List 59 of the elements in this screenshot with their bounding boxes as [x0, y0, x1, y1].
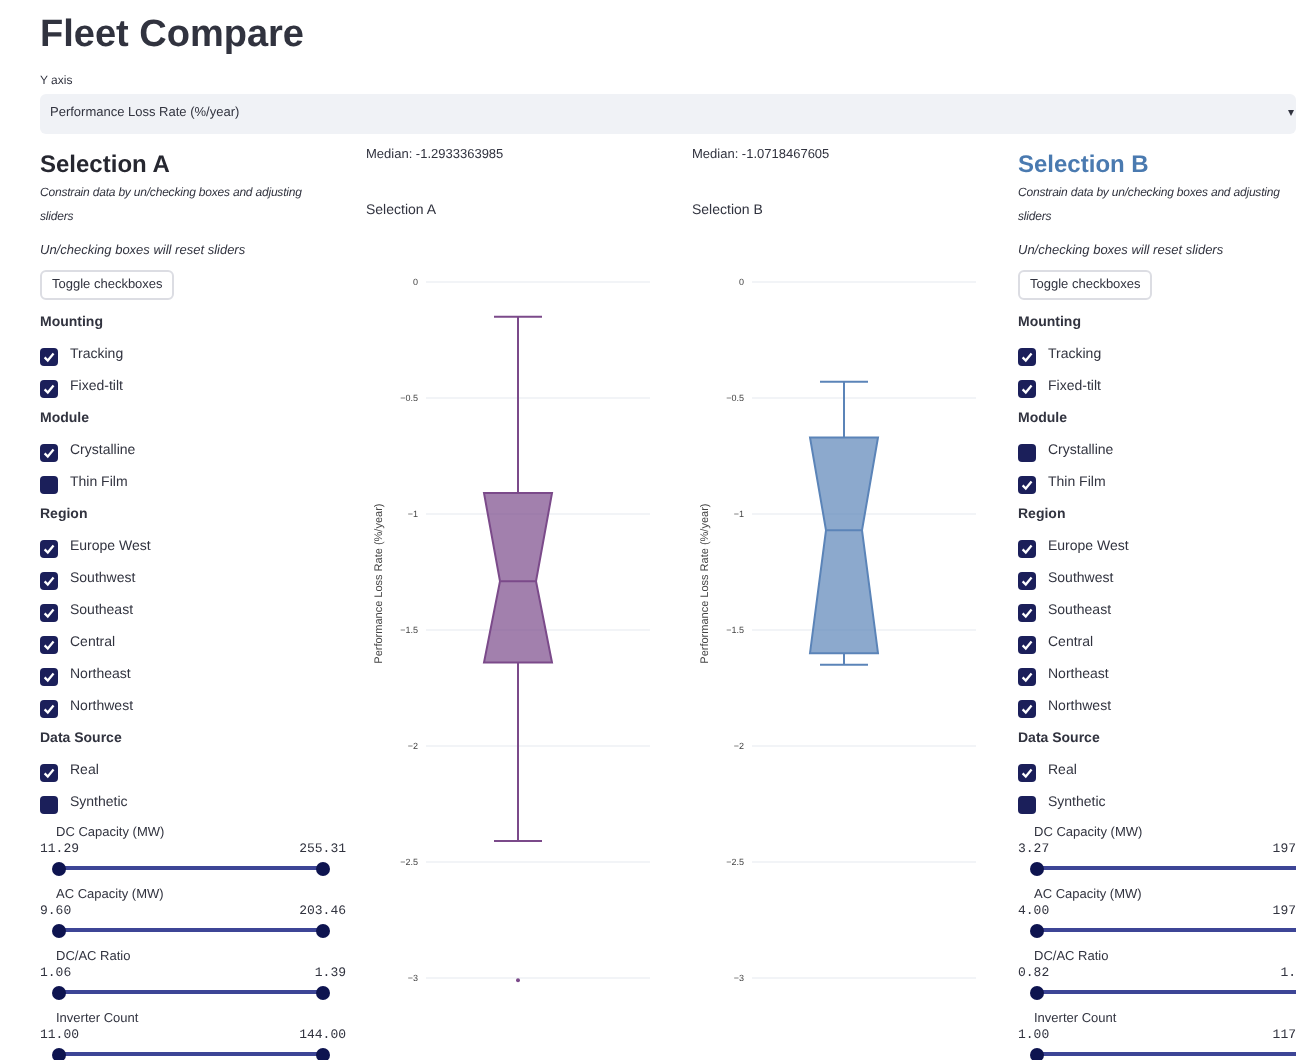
checkmark-icon: [1020, 573, 1034, 587]
checkmark-icon: [42, 381, 56, 395]
checkmark-icon: [42, 445, 56, 459]
checkbox[interactable]: [40, 475, 58, 493]
checkbox[interactable]: [1018, 635, 1036, 653]
slider-thumb[interactable]: [315, 923, 329, 937]
slider-thumb[interactable]: [51, 1047, 65, 1060]
slider-thumb[interactable]: [315, 1047, 329, 1060]
checkbox[interactable]: [40, 571, 58, 589]
slider-thumb[interactable]: [51, 861, 65, 875]
slider-thumb[interactable]: [1029, 1047, 1043, 1060]
checkmark-icon: [42, 701, 56, 715]
checkmark-icon: [1020, 541, 1034, 555]
checkbox[interactable]: [40, 539, 58, 557]
checkbox[interactable]: [40, 763, 58, 781]
slider-thumb[interactable]: [1029, 985, 1043, 999]
checkbox[interactable]: [1018, 475, 1036, 493]
checkbox[interactable]: [1018, 571, 1036, 589]
checkmark-icon: [1020, 381, 1034, 395]
slider-thumb[interactable]: [1029, 923, 1043, 937]
checkbox[interactable]: [40, 603, 58, 621]
slider-thumb[interactable]: [315, 985, 329, 999]
checkbox[interactable]: [1018, 443, 1036, 461]
page-title: Fleet Compare: [40, 12, 306, 60]
checkbox[interactable]: [1018, 603, 1036, 621]
checkmark-icon: [42, 541, 56, 555]
checkbox[interactable]: [1018, 763, 1036, 781]
checkmark-icon: [42, 765, 56, 779]
checkbox[interactable]: [40, 443, 58, 461]
checkmark-icon: [1020, 669, 1034, 683]
checkbox[interactable]: [40, 635, 58, 653]
slider-thumb[interactable]: [51, 923, 65, 937]
slider-thumb[interactable]: [315, 861, 329, 875]
slider-thumb[interactable]: [51, 985, 65, 999]
checkmark-icon: [1020, 477, 1034, 491]
checkbox[interactable]: [1018, 699, 1036, 717]
checkbox[interactable]: [1018, 795, 1036, 813]
checkbox[interactable]: [40, 795, 58, 813]
checkbox[interactable]: [1018, 539, 1036, 557]
slider-thumb[interactable]: [1029, 861, 1043, 875]
section-title: Selection A: [40, 148, 172, 182]
checkbox[interactable]: [1018, 347, 1036, 365]
checkbox[interactable]: [1018, 667, 1036, 685]
checkmark-icon: [1020, 765, 1034, 779]
checkmark-icon: [42, 605, 56, 619]
checkmark-icon: [42, 573, 56, 587]
checkmark-icon: [1020, 349, 1034, 363]
checkbox[interactable]: [40, 699, 58, 717]
checkmark-icon: [1020, 637, 1034, 651]
checkmark-icon: [42, 669, 56, 683]
checkbox[interactable]: [40, 347, 58, 365]
checkmark-icon: [1020, 605, 1034, 619]
checkmark-icon: [42, 637, 56, 651]
checkbox[interactable]: [40, 667, 58, 685]
checkbox[interactable]: [40, 379, 58, 397]
section-title: Selection B: [1018, 148, 1151, 182]
checkbox[interactable]: [1018, 379, 1036, 397]
checkmark-icon: [1020, 701, 1034, 715]
checkmark-icon: [42, 349, 56, 363]
